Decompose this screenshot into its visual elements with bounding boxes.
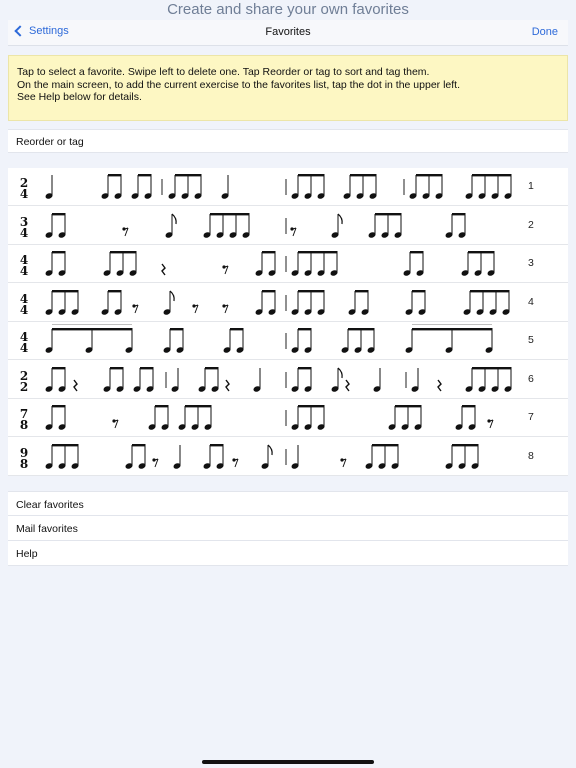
clear-favorites-button[interactable]: Clear favorites [8,491,568,516]
favorites-list: 241342443444445226787988 [8,168,568,476]
favorite-number: 8 [528,449,534,462]
rhythm-notation: 44 [20,251,495,278]
favorite-row[interactable]: 44 3 [8,245,568,283]
rhythm-notation: 22 [20,366,512,394]
rhythm-notation: 44 [20,324,493,355]
mail-favorites-button[interactable]: Mail favorites [8,516,568,541]
favorite-row[interactable]: 22 6 [8,361,568,399]
time-signature-bottom: 4 [20,226,28,240]
instruction-line: On the main screen, to add the current e… [17,78,460,91]
done-button[interactable]: Done [532,26,558,38]
favorite-row[interactable]: 78 7 [8,399,568,437]
page-title: Favorites [265,26,311,38]
instructions-note: Tap to select a favorite. Swipe left to … [8,55,568,121]
time-signature-bottom: 4 [20,187,28,201]
favorite-row[interactable]: 988 [8,438,568,476]
favorite-row[interactable]: 24 1 [8,168,568,206]
time-signature-bottom: 8 [20,418,28,432]
time-signature-bottom: 8 [20,457,28,471]
rhythm-notation: 98 [20,443,479,471]
instruction-line: Tap to select a favorite. Swipe left to … [17,66,430,78]
reorder-or-tag-button[interactable]: Reorder or tag [8,129,568,153]
time-signature-bottom: 2 [20,380,28,394]
home-indicator [202,760,374,764]
favorite-number: 4 [528,295,534,308]
favorite-row[interactable]: 44 5 [8,322,568,360]
time-signature-bottom: 4 [20,303,28,317]
favorite-row[interactable]: 444 [8,284,568,322]
rhythm-notation: 78 [20,405,494,432]
favorite-number: 7 [528,411,534,423]
favorite-number: 5 [528,334,534,346]
navigation-bar: Settings Favorites Done [8,20,568,46]
favorite-number: 1 [528,180,534,192]
actions-list: Clear favorites Mail favorites Help [8,491,568,566]
favorite-number: 6 [528,372,534,385]
favorite-row[interactable]: 34 2 [8,207,568,245]
time-signature-bottom: 4 [20,264,28,278]
instruction-line: See Help below for details. [17,91,142,103]
header-banner: Create and share your own favorites [167,1,409,18]
rhythm-notation: 34 [20,212,466,240]
favorite-number: 3 [528,257,534,269]
favorite-number: 2 [528,218,534,231]
rhythm-notation: 24 [20,174,512,201]
row-divider [8,474,568,476]
help-button[interactable]: Help [8,541,568,566]
time-signature-bottom: 4 [20,341,28,355]
rhythm-notation: 44 [20,289,510,317]
